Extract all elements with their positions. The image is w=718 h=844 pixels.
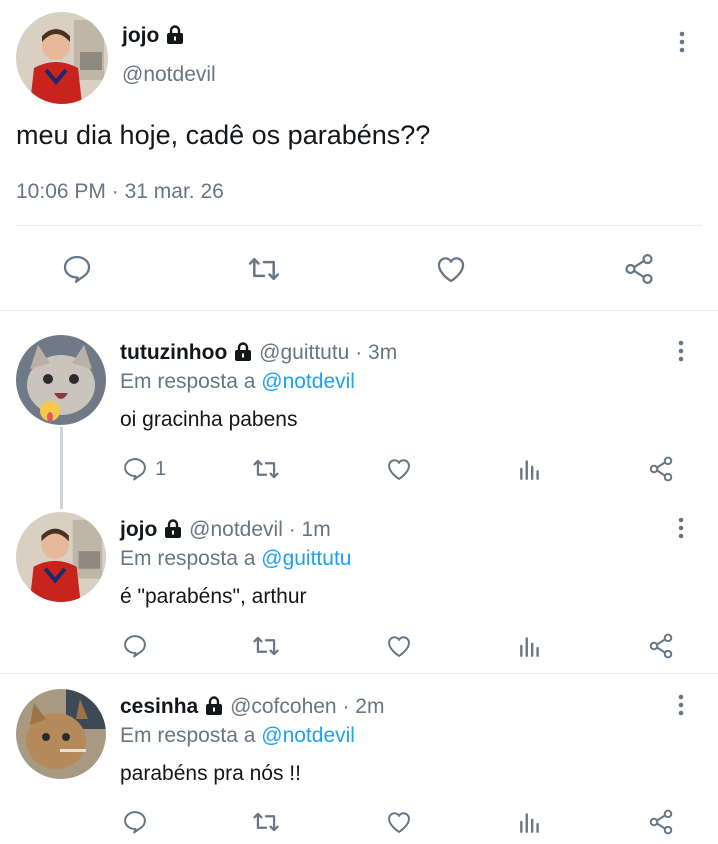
author-name[interactable]: jojo — [122, 24, 185, 51]
reply-header: cesinha @cofcohen · 2m — [120, 695, 384, 722]
tweet-text: meu dia hoje, cadê os parabéns?? — [16, 120, 431, 150]
reply-icon[interactable] — [121, 632, 149, 660]
reply-icon[interactable] — [60, 252, 94, 286]
like-icon[interactable] — [385, 455, 413, 483]
retweet-icon[interactable] — [251, 632, 281, 660]
display-name[interactable]: jojo — [122, 24, 159, 47]
relative-time: · 1m — [288, 518, 331, 541]
reply-prefix: Em resposta a — [120, 547, 256, 570]
lock-icon — [233, 342, 253, 368]
share-icon[interactable] — [647, 455, 675, 483]
share-icon[interactable] — [647, 632, 675, 660]
avatar-jojo[interactable] — [16, 12, 108, 104]
reply-icon[interactable] — [121, 455, 149, 483]
reply-header: jojo @notdevil · 1m — [120, 518, 331, 545]
reply-prefix: Em resposta a — [120, 724, 256, 747]
reply-icon[interactable] — [121, 808, 149, 836]
reply-header: tutuzinhoo @guittutu · 3m — [120, 341, 397, 368]
mention-link[interactable]: @notdevil — [261, 724, 355, 747]
lock-icon — [163, 519, 183, 545]
tweet-date: 31 mar. 26 — [124, 180, 224, 203]
share-icon[interactable] — [647, 808, 675, 836]
like-icon[interactable] — [385, 632, 413, 660]
reply-context: Em resposta a @notdevil — [120, 724, 355, 748]
analytics-icon[interactable] — [517, 808, 543, 836]
display-name[interactable]: cesinha — [120, 695, 198, 718]
mention-link[interactable]: @guittutu — [261, 547, 351, 570]
more-options-icon[interactable] — [669, 693, 693, 717]
relative-time: · 2m — [342, 695, 385, 718]
like-icon[interactable] — [385, 808, 413, 836]
retweet-icon[interactable] — [251, 455, 281, 483]
timestamp-separator: · — [111, 180, 119, 203]
lock-icon — [165, 25, 185, 51]
section-divider — [0, 673, 718, 674]
reply-text: oi gracinha pabens — [120, 408, 298, 431]
reply-prefix: Em resposta a — [120, 370, 256, 393]
reply-text: é "parabéns", arthur — [120, 585, 307, 608]
reply-count: 1 — [155, 458, 167, 480]
stats-divider — [16, 225, 702, 226]
more-options-icon[interactable] — [669, 339, 693, 363]
display-name[interactable]: jojo — [120, 518, 157, 541]
thread-connector — [60, 427, 63, 509]
author-handle[interactable]: @notdevil — [189, 518, 283, 541]
tweet-time: 10:06 PM — [16, 180, 106, 203]
mention-link[interactable]: @notdevil — [261, 370, 355, 393]
retweet-icon[interactable] — [251, 808, 281, 836]
reply-context: Em resposta a @guittutu — [120, 547, 351, 571]
analytics-icon[interactable] — [517, 632, 543, 660]
avatar-jojo[interactable] — [16, 512, 106, 602]
share-icon[interactable] — [621, 252, 657, 286]
tweet-timestamp: 10:06 PM · 31 mar. 26 — [16, 180, 224, 204]
avatar-cesinha[interactable] — [16, 689, 106, 779]
more-options-icon[interactable] — [669, 516, 693, 540]
reply-context: Em resposta a @notdevil — [120, 370, 355, 394]
analytics-icon[interactable] — [517, 455, 543, 483]
avatar-tutuzinhoo[interactable] — [16, 335, 106, 425]
retweet-icon[interactable] — [246, 252, 282, 286]
author-handle[interactable]: @cofcohen — [230, 695, 337, 718]
relative-time: · 3m — [355, 341, 398, 364]
more-options-icon[interactable] — [670, 30, 694, 54]
author-handle[interactable]: @guittutu — [259, 341, 349, 364]
lock-icon — [204, 696, 224, 722]
reply-text: parabéns pra nós !! — [120, 762, 301, 785]
display-name[interactable]: tutuzinhoo — [120, 341, 227, 364]
like-icon[interactable] — [434, 252, 468, 286]
section-divider — [0, 310, 718, 311]
author-handle[interactable]: @notdevil — [122, 63, 216, 87]
